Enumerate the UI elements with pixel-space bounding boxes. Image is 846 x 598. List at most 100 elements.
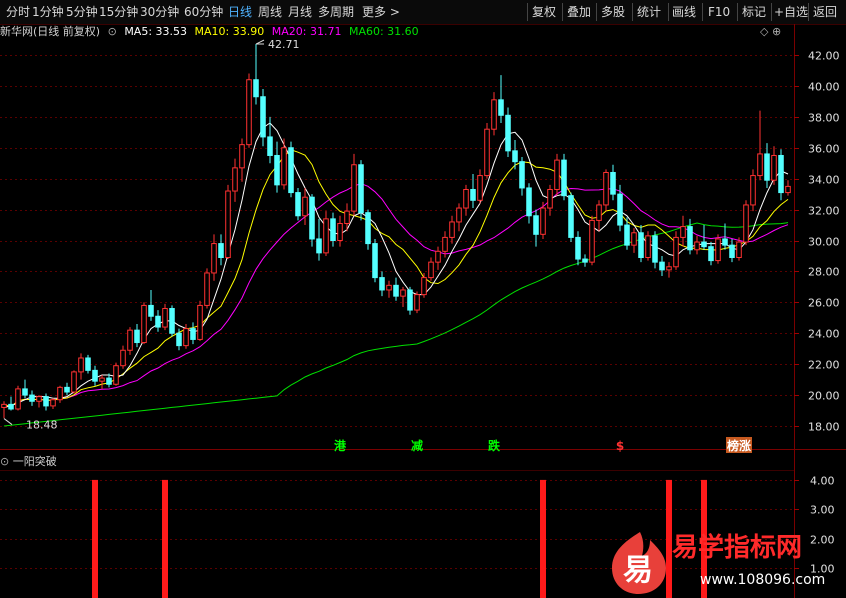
candle-body [736, 241, 742, 259]
candle-body [659, 261, 665, 271]
indicator-signal-bar [92, 479, 98, 598]
signal-label: 减 [411, 438, 423, 453]
price-axis-label: 20.00 [808, 390, 840, 403]
candle-body [498, 99, 504, 116]
signal-label: 跌 [488, 438, 501, 453]
indicator-axis-label: 3.00 [810, 504, 835, 517]
price-axis-label: 38.00 [808, 112, 840, 125]
candle-body [190, 328, 196, 340]
candle-body [673, 236, 679, 268]
candle-body [323, 218, 329, 254]
candle-body [547, 188, 553, 209]
candle-body [750, 175, 756, 206]
candle-body [666, 266, 672, 271]
price-axis-label: 28.00 [808, 266, 840, 279]
indicator-axis-label: 4.00 [810, 475, 835, 488]
indicator-toggle-icon[interactable]: ⊙ [0, 455, 9, 468]
candle-body [540, 207, 546, 235]
candle-body [722, 238, 728, 246]
candle-body [568, 195, 574, 238]
candle-body [687, 226, 693, 251]
candle-body [225, 190, 231, 259]
candle-body [456, 207, 462, 223]
low-value-label: 18.48 [26, 419, 58, 432]
candle-body [309, 196, 315, 240]
candle-body [36, 396, 42, 402]
candle-body [295, 192, 301, 217]
candle-body [113, 365, 119, 385]
signal-label: $ [616, 439, 624, 453]
indicator-signal-bar [162, 479, 168, 598]
price-axis-label: 34.00 [808, 174, 840, 187]
candle-body [491, 99, 497, 130]
candle-body [274, 154, 280, 186]
candle-body [22, 388, 28, 396]
candle-body [302, 196, 308, 217]
candle-body [561, 159, 567, 197]
candle-body [554, 159, 560, 190]
candle-body [512, 150, 518, 163]
candle-body [652, 235, 658, 263]
candle-body [57, 386, 63, 401]
candle-body [337, 222, 343, 241]
candle-body [505, 114, 511, 152]
candle-body [470, 188, 476, 201]
candle-body [127, 329, 133, 351]
candle-body [708, 246, 714, 262]
candle-body [85, 357, 91, 371]
candle-body [281, 147, 287, 186]
price-axis-label: 40.00 [808, 81, 840, 94]
price-axis-label: 42.00 [808, 50, 840, 63]
candle-body [400, 289, 406, 297]
price-axis-label: 18.00 [808, 421, 840, 434]
candle-body [169, 308, 175, 334]
candle-body [372, 243, 378, 279]
candle-body [694, 241, 700, 251]
candle-body [589, 219, 595, 263]
candle-body [267, 136, 273, 156]
candle-body [379, 277, 385, 291]
indicator-signal-bar [540, 479, 546, 598]
candle-body [106, 377, 112, 385]
candle-body [603, 171, 609, 206]
moving-average-lines [3, 122, 789, 427]
candle-body [477, 175, 483, 201]
candle-body [757, 153, 763, 177]
candle-body [449, 221, 455, 238]
candle-body [407, 289, 413, 311]
candle-body [701, 241, 707, 248]
high-value-label: 42.71 [268, 38, 300, 51]
candle-body [645, 235, 651, 259]
candle-body [197, 304, 203, 340]
candle-body [484, 128, 490, 177]
candle-body [148, 304, 154, 317]
candle-body [92, 369, 98, 382]
candle-body [246, 79, 252, 146]
candle-body [134, 329, 140, 344]
candle-body [638, 232, 644, 259]
candle-body [15, 388, 21, 410]
candle-body [778, 154, 784, 194]
price-axis-label: 30.00 [808, 236, 840, 249]
candle-body [162, 308, 168, 328]
candle-body [141, 304, 147, 344]
candle-body [680, 226, 686, 238]
candle-body [624, 224, 630, 246]
candle-body [533, 215, 539, 235]
candle-body [120, 349, 126, 367]
candle-body [435, 250, 441, 263]
candle-body [386, 284, 392, 291]
kline-chart: 42.00 40.00 38.00 36.00 34.00 32.00 30.00 28.00… [0, 24, 846, 598]
candle-body [610, 171, 616, 195]
candle-body [64, 386, 70, 393]
candle-body [50, 399, 56, 407]
candle-body [575, 236, 581, 260]
candle-body [8, 403, 14, 410]
candle-body [316, 238, 322, 254]
badge-char: 易 [623, 553, 653, 588]
candle-body [785, 185, 791, 194]
price-axis-label: 22.00 [808, 359, 840, 372]
chart-grid [0, 24, 846, 598]
watermark-logo: 易 易学指标网 www.108096.com [612, 532, 825, 594]
candle-body [358, 164, 364, 214]
